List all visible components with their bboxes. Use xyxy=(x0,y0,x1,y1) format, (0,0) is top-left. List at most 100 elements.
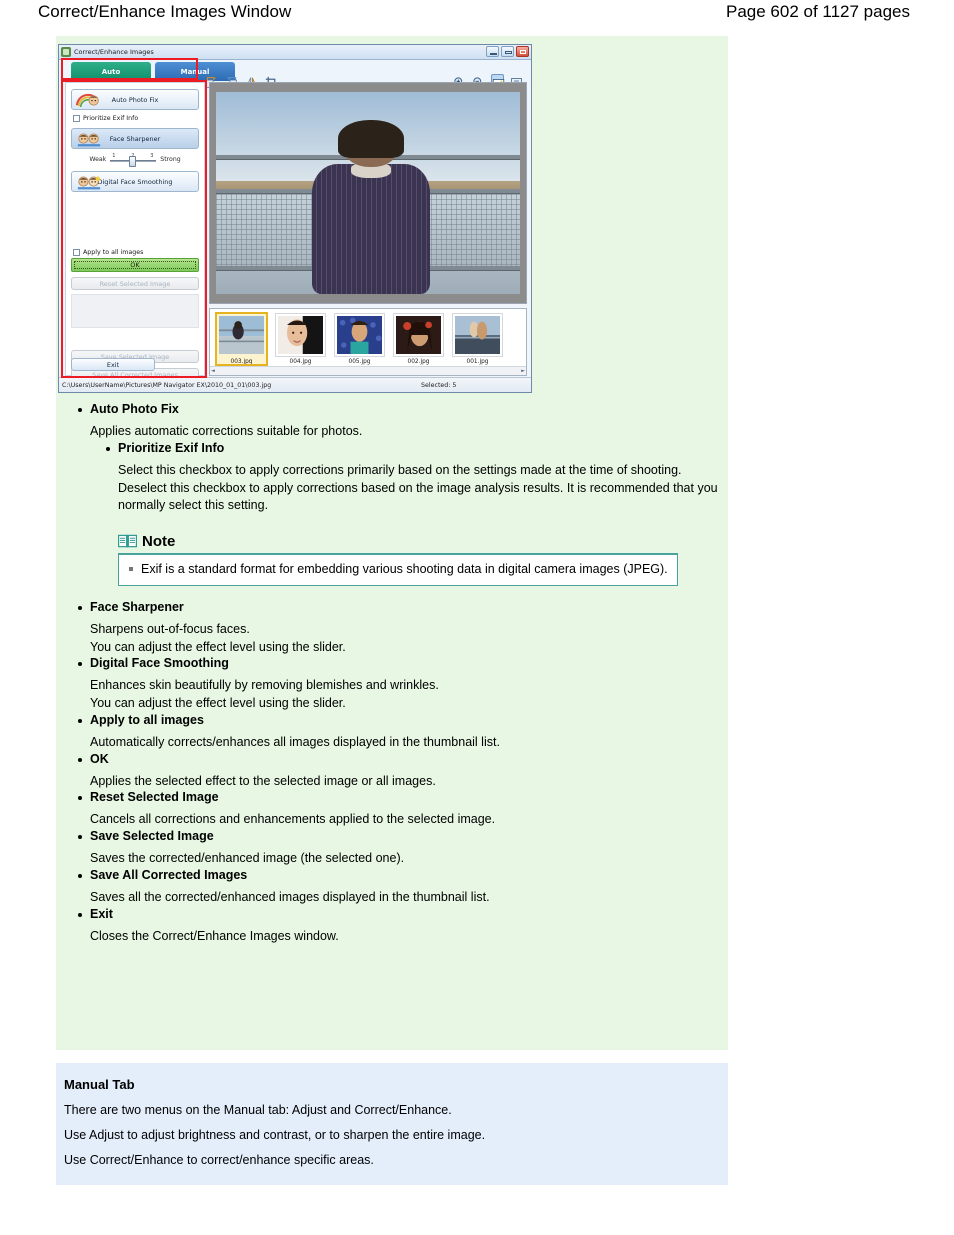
term-ok: OK xyxy=(70,752,720,766)
auto-photo-fix-button[interactable]: Auto Photo Fix xyxy=(71,89,199,110)
term-exit: Exit xyxy=(70,907,720,921)
status-bar: C:\Users\UserName\Pictures\MP Navigator … xyxy=(59,377,531,392)
window-title: Correct/Enhance Images xyxy=(74,48,154,56)
thumbnail-label: 002.jpg xyxy=(407,359,430,365)
desc-save-selected-image: Saves the corrected/enhanced image (the … xyxy=(90,851,405,865)
term-save-selected-image: Save Selected Image xyxy=(70,829,720,843)
slider-knob[interactable] xyxy=(129,156,137,167)
manual-tab-line-1: There are two menus on the Manual tab: A… xyxy=(64,1103,452,1117)
ok-button[interactable]: OK xyxy=(71,258,199,272)
apply-to-all-label: Apply to all images xyxy=(83,249,144,256)
list-item: Save All Corrected Images Saves all the … xyxy=(70,868,720,907)
effect-level-slider[interactable]: 1 2 3 xyxy=(110,153,157,167)
prioritize-exif-checkbox-row[interactable]: Prioritize Exif Info xyxy=(73,115,204,122)
list-item: Auto Photo Fix Applies automatic correct… xyxy=(70,402,720,441)
prioritize-exif-checkbox[interactable] xyxy=(73,115,80,122)
page-title: Correct/Enhance Images Window xyxy=(38,2,292,21)
thumbnail-image xyxy=(396,316,441,354)
thumbnail-item[interactable]: 003.jpg xyxy=(215,312,268,366)
window-workspace: Auto Photo Fix Prioritize Exif Info Face… xyxy=(59,82,531,381)
term-face-sharpener: Face Sharpener xyxy=(70,600,720,614)
list-item: OK Applies the selected effect to the se… xyxy=(70,752,720,791)
page-header: Correct/Enhance Images Window Page 602 o… xyxy=(0,0,954,34)
window-buttons xyxy=(486,46,529,57)
note-body: Exif is a standard format for embedding … xyxy=(118,553,678,586)
thumbnail-item[interactable]: 004.jpg xyxy=(275,313,326,365)
scroll-right-arrow[interactable]: ► xyxy=(521,368,525,374)
face-sharpener-button[interactable]: Face Sharpener xyxy=(71,128,199,149)
photo-subject-child xyxy=(307,120,434,295)
thumbnail-label: 003.jpg xyxy=(230,359,253,365)
status-file-path: C:\Users\UserName\Pictures\MP Navigator … xyxy=(62,381,272,389)
apply-to-all-checkbox-row[interactable]: Apply to all images xyxy=(73,249,204,256)
desc-auto-photo-fix: Applies automatic corrections suitable f… xyxy=(90,424,363,438)
thumbnail-image xyxy=(219,316,264,354)
thumbnail-horizontal-scrollbar[interactable]: ◄ ► xyxy=(210,366,526,375)
note-callout: Note Exif is a standard format for embed… xyxy=(70,533,720,586)
photo-child-hair xyxy=(337,120,405,159)
reset-selected-image-button[interactable]: Reset Selected Image xyxy=(71,277,199,290)
window-titlebar: Correct/Enhance Images xyxy=(59,45,531,60)
page-number-label: Page 602 of 1127 pages xyxy=(725,2,910,21)
note-header: Note xyxy=(117,533,678,553)
digital-face-smoothing-icon xyxy=(76,175,102,190)
slider-weak-label: Weak xyxy=(89,155,107,163)
desc-prioritize-exif-info: Select this checkbox to apply correction… xyxy=(118,462,718,513)
correct-enhance-images-window: Correct/Enhance Images Auto Manual Auto … xyxy=(58,44,532,393)
thumbnail-item[interactable]: 005.jpg xyxy=(334,313,385,365)
face-sharpener-icon xyxy=(76,132,102,147)
auto-photo-fix-icon xyxy=(75,93,102,108)
thumbnail-label: 005.jpg xyxy=(348,359,371,365)
minimize-button[interactable] xyxy=(486,46,499,57)
digital-face-smoothing-button[interactable]: Digital Face Smoothing xyxy=(71,171,199,192)
list-item: Digital Face Smoothing Enhances skin bea… xyxy=(70,656,720,713)
status-selected-count: Selected: 5 xyxy=(421,381,457,389)
tab-auto[interactable]: Auto xyxy=(71,62,151,81)
manual-tab-line-3: Use Correct/Enhance to correct/enhance s… xyxy=(64,1153,374,1167)
list-item: Face Sharpener Sharpens out-of-focus fac… xyxy=(70,600,720,657)
thumbnail-item[interactable]: 001.jpg xyxy=(452,313,503,365)
book-icon xyxy=(117,534,138,549)
term-apply-to-all-images: Apply to all images xyxy=(70,713,720,727)
thumbnail-image xyxy=(278,316,323,354)
ok-button-label: OK xyxy=(130,261,140,269)
auto-settings-panel: Auto Photo Fix Prioritize Exif Info Face… xyxy=(65,82,205,381)
prioritize-exif-label: Prioritize Exif Info xyxy=(83,115,139,122)
documentation-body: Auto Photo Fix Applies automatic correct… xyxy=(70,402,720,945)
term-save-all-corrected-images: Save All Corrected Images xyxy=(70,868,720,882)
desc-exit: Closes the Correct/Enhance Images window… xyxy=(90,928,339,943)
list-item: Save Selected Image Saves the corrected/… xyxy=(70,829,720,868)
note-text: Exif is a standard format for embedding … xyxy=(127,561,669,579)
scroll-left-arrow[interactable]: ◄ xyxy=(211,368,215,374)
thumbnail-item[interactable]: 002.jpg xyxy=(393,313,444,365)
feature-list: Auto Photo Fix Applies automatic correct… xyxy=(70,402,720,945)
reset-selected-image-label: Reset Selected Image xyxy=(99,279,171,288)
face-sharpener-slider-row[interactable]: Weak 1 2 3 Strong xyxy=(66,153,204,167)
desc-digital-face-smoothing: Enhances skin beautifully by removing bl… xyxy=(90,678,439,710)
thumbnail-image xyxy=(455,316,500,354)
slider-tick-3: 3 xyxy=(150,153,154,159)
thumbnail-list[interactable]: 003.jpg 004.jpg 005.jpg 002.jpg 001.jpg … xyxy=(209,308,527,376)
thumbnail-image xyxy=(337,316,382,354)
close-button[interactable] xyxy=(516,46,529,57)
maximize-button[interactable] xyxy=(501,46,514,57)
tab-bar: Auto Manual xyxy=(59,60,531,89)
slider-tick-1: 1 xyxy=(112,153,116,159)
thumbnail-label: 001.jpg xyxy=(466,359,489,365)
exit-button[interactable]: Exit xyxy=(71,358,155,371)
panel-blank-area xyxy=(71,294,199,328)
term-prioritize-exif-info: Prioritize Exif Info xyxy=(70,441,720,455)
exit-button-label: Exit xyxy=(106,360,120,369)
note-label: Note xyxy=(142,533,176,550)
list-item: Prioritize Exif Info Select this checkbo… xyxy=(70,441,720,515)
preview-photo xyxy=(216,91,520,295)
auto-photo-fix-label: Auto Photo Fix xyxy=(111,95,159,104)
apply-to-all-checkbox[interactable] xyxy=(73,249,80,256)
face-sharpener-label: Face Sharpener xyxy=(109,134,161,143)
list-item: Exit Closes the Correct/Enhance Images w… xyxy=(70,907,720,946)
slider-strong-label: Strong xyxy=(160,155,181,163)
panel-gap xyxy=(66,192,204,244)
image-preview-area[interactable] xyxy=(209,82,527,304)
digital-face-smoothing-label: Digital Face Smoothing xyxy=(97,177,173,186)
manual-tab-section: Manual Tab There are two menus on the Ma… xyxy=(56,1063,728,1185)
